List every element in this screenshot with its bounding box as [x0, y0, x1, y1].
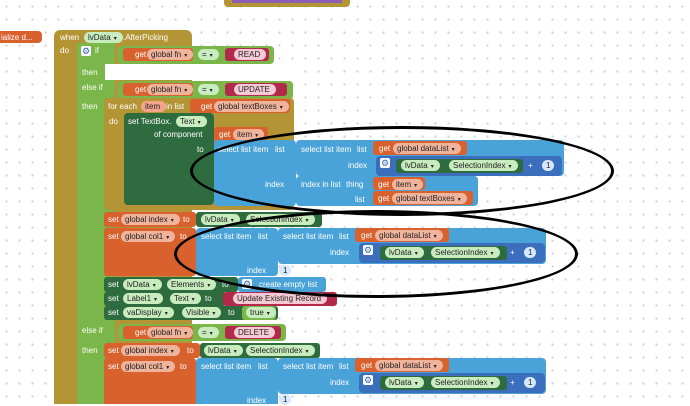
text-update-value[interactable]: UPDATE	[234, 84, 276, 95]
set-textbox-label: set TextBox.	[128, 117, 172, 126]
gear-icon[interactable]: ⚙	[81, 46, 91, 56]
label1-dropdown[interactable]: Label1 ▾	[123, 293, 164, 304]
of-component-label: of component	[154, 130, 203, 139]
gear-icon[interactable]: ⚙	[363, 375, 373, 385]
get-label-10: get	[361, 361, 373, 370]
to-label-6: to	[228, 308, 235, 317]
var-textboxes-dropdown[interactable]: global textBoxes ▾	[214, 101, 289, 112]
set-label-5: set	[108, 308, 119, 317]
true-dropdown[interactable]: true ▾	[246, 307, 276, 318]
then-label-3: then	[82, 346, 98, 355]
else-if-label-1: else if	[82, 83, 103, 92]
for-each-label: for each	[108, 102, 137, 111]
annotation-ellipse-2	[174, 210, 578, 298]
for-each-do-label: do	[109, 117, 118, 126]
selection-index-dropdown-5[interactable]: SelectionIndex ▾	[431, 377, 500, 388]
event-do-label: do	[60, 46, 69, 55]
plus-label-3: +	[510, 378, 515, 387]
set-label-7: set	[108, 362, 119, 371]
to-label-8: to	[180, 362, 187, 371]
visible-dropdown[interactable]: Visible ▾	[182, 307, 222, 318]
label1-text-dropdown[interactable]: Text ▾	[170, 293, 201, 304]
annotation-ellipse-1	[190, 126, 614, 216]
event-component-dropdown[interactable]: lvData ▾	[84, 32, 123, 43]
blocks-workspace[interactable]: { "workspace": { "initialize_label": "ia…	[0, 0, 690, 405]
equals-dropdown-2[interactable]: = ▾	[198, 84, 219, 95]
set-label-1: set	[108, 215, 119, 224]
else-if-label-2: else if	[82, 326, 103, 335]
initialize-global-label: ialize d...	[1, 33, 33, 42]
var-datalist-dropdown-3[interactable]: global dataList ▾	[375, 360, 443, 371]
lvdata-dropdown-6[interactable]: lvData ▾	[385, 377, 424, 388]
then-label-2: then	[82, 102, 98, 111]
elements-dropdown[interactable]: Elements ▾	[167, 279, 217, 290]
event-name-label: .AfterPicking	[123, 33, 168, 42]
var-global-col1-dropdown[interactable]: global col1 ▾	[121, 231, 176, 242]
index-label-5: index	[247, 396, 267, 405]
index-label-6: index	[330, 378, 350, 387]
set-label-2: set	[108, 232, 119, 241]
then-label-1: then	[82, 68, 98, 77]
to-label-1: to	[197, 145, 204, 154]
get-label-3: get	[201, 102, 213, 111]
set-label-4: set	[108, 294, 119, 303]
set-label-3: set	[108, 280, 119, 289]
var-fn-dropdown-3[interactable]: global fn ▾	[147, 327, 194, 338]
var-fn-dropdown[interactable]: global fn ▾	[147, 49, 194, 60]
to-label-2: to	[183, 215, 190, 224]
selection-index-dropdown-4[interactable]: SelectionIndex ▾	[246, 345, 315, 356]
var-fn-dropdown-2[interactable]: global fn ▾	[147, 84, 194, 95]
equals-dropdown[interactable]: = ▾	[198, 49, 219, 60]
textbox-property-dropdown[interactable]: Text ▾	[176, 116, 207, 127]
set-label-6: set	[108, 346, 119, 355]
var-global-index-dropdown-2[interactable]: global index ▾	[121, 345, 180, 356]
in-list-label: in list	[166, 102, 185, 111]
event-when-label: when	[60, 33, 80, 42]
partial-block-top-inner	[232, 0, 342, 3]
text-read-value[interactable]: READ	[234, 49, 267, 60]
if-label: if	[95, 46, 99, 55]
to-label-5: to	[205, 294, 212, 303]
get-label-2: get	[135, 85, 147, 94]
lvdata-dropdown-4[interactable]: lvData ▾	[123, 279, 162, 290]
text-delete-value[interactable]: DELETE	[234, 327, 276, 338]
for-each-item-var[interactable]: item	[141, 101, 167, 112]
select-list-item-label-6: select list item	[283, 362, 334, 371]
get-label-4: get	[219, 130, 231, 139]
list-label-7: list	[339, 362, 349, 371]
number-one-4[interactable]: 1	[279, 394, 292, 405]
equals-dropdown-3[interactable]: = ▾	[198, 327, 219, 338]
lvdata-dropdown-5[interactable]: lvData ▾	[204, 345, 243, 356]
get-label: get	[135, 50, 147, 59]
list-label-6: list	[258, 362, 268, 371]
vadisplay-dropdown[interactable]: vaDisplay ▾	[123, 307, 174, 318]
get-label-9: get	[135, 328, 147, 337]
then-empty-slot	[105, 64, 295, 80]
to-label-7: to	[187, 346, 194, 355]
var-global-col1-dropdown-2[interactable]: global col1 ▾	[121, 361, 176, 372]
var-global-index-dropdown[interactable]: global index ▾	[121, 214, 180, 225]
select-list-item-label-5: select list item	[201, 362, 252, 371]
